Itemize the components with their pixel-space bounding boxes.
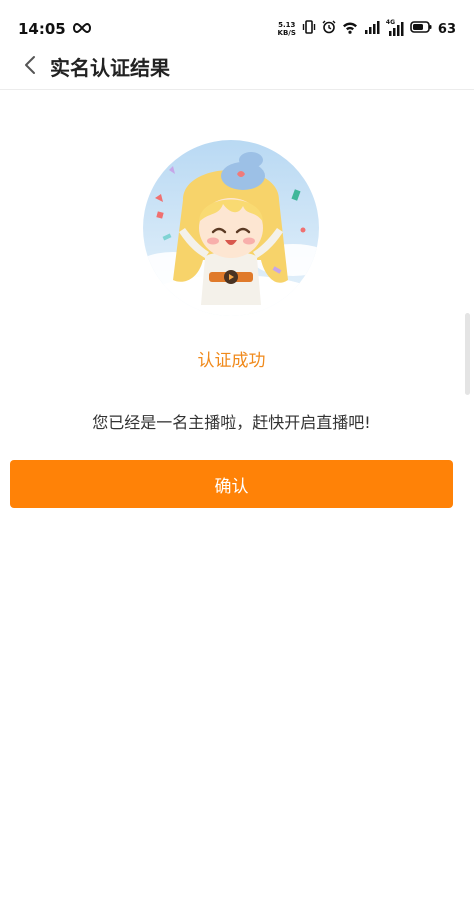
- confirm-button[interactable]: 确认: [10, 460, 453, 508]
- status-text: 认证成功: [197, 351, 266, 371]
- back-button[interactable]: [10, 47, 50, 87]
- net-speed-unit: KB/S: [277, 29, 296, 37]
- wifi-icon: [342, 21, 358, 38]
- vibrate-icon: [302, 20, 316, 38]
- confirm-button-label: 确认: [214, 476, 249, 497]
- alarm-icon: [322, 20, 336, 38]
- battery-icon: [410, 21, 432, 37]
- description-text: 您已经是一名主播啦，赶快开启直播吧!: [92, 413, 371, 432]
- header: 实名认证结果: [0, 44, 474, 90]
- success-illustration: [143, 140, 319, 316]
- page-title: 实名认证结果: [50, 56, 170, 80]
- net-speed: 5.13 KB/S: [278, 21, 296, 37]
- status-left: 14:05: [18, 20, 92, 38]
- signal-4g-icon: 4G: [386, 19, 404, 36]
- net-speed-value: 5.13: [278, 21, 296, 29]
- edge-scroll-handle[interactable]: [465, 313, 470, 395]
- battery-level: 63: [437, 21, 456, 37]
- clock-time: 14:05: [18, 20, 66, 38]
- signal-icon: [364, 20, 380, 38]
- chevron-left-icon: [23, 55, 37, 79]
- infinity-icon: [72, 20, 92, 38]
- status-right: 5.13 KB/S 4G 63: [278, 19, 456, 38]
